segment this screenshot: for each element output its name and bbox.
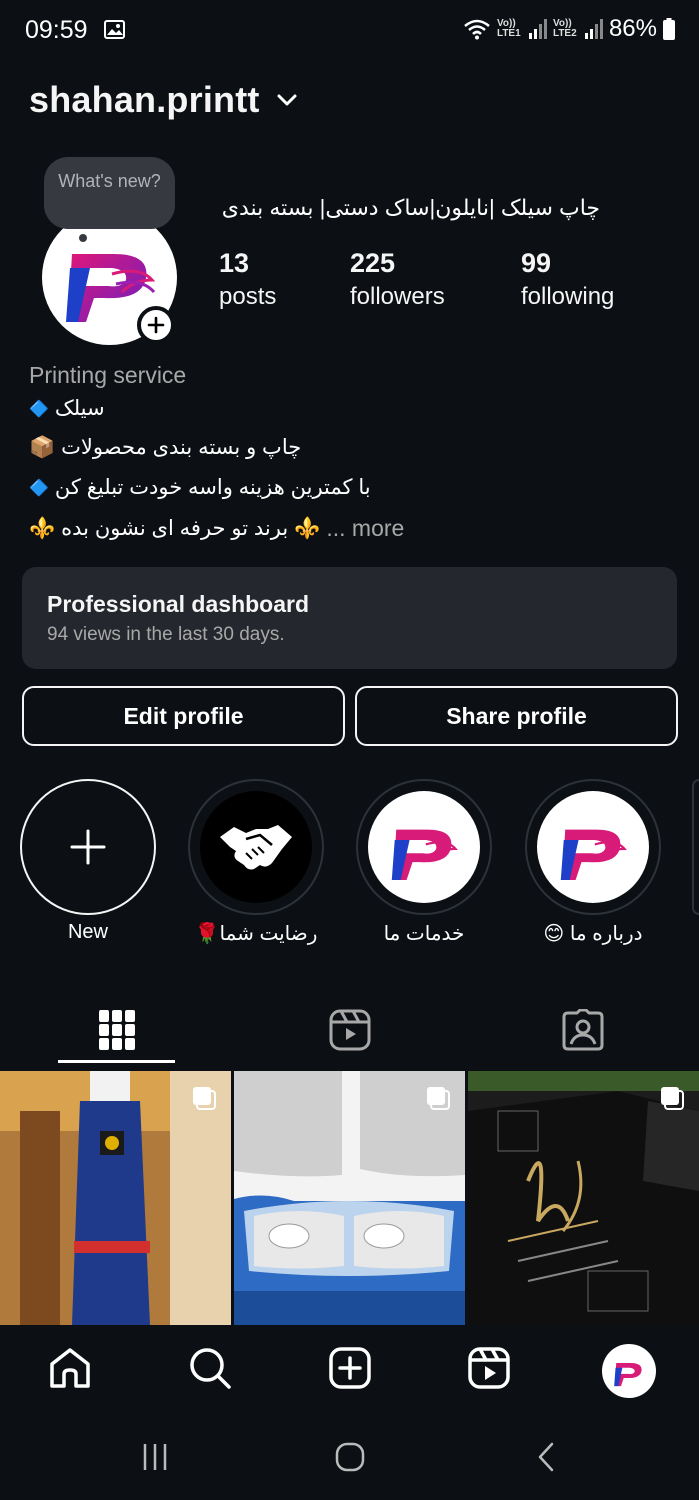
highlight-label: درباره ما 😊: [543, 923, 643, 945]
professional-dashboard[interactable]: Professional dashboard 94 views in the l…: [22, 567, 677, 669]
nav-search[interactable]: [187, 1345, 233, 1391]
carousel-icon: [193, 1087, 216, 1110]
brand-logo: [614, 1362, 642, 1387]
bio-text: با کمترین هزینه واسه خودت تبلیغ کن: [54, 476, 371, 499]
nav-profile-avatar[interactable]: [602, 1344, 656, 1398]
signal1-icon: [528, 19, 547, 39]
post-thumbnail[interactable]: [468, 1071, 699, 1325]
highlight-about[interactable]: درباره ما 😊: [525, 779, 661, 945]
carousel-icon: [661, 1087, 684, 1110]
bio-line: با کمترین هزینه واسه خودت تبلیغ کن 🔷: [29, 475, 371, 500]
status-right: Vo)) LTE1 Vo)) LTE2 86%: [463, 15, 675, 43]
posts-count: 13: [219, 248, 250, 278]
tab-grid[interactable]: [0, 995, 233, 1065]
plus-icon: [147, 316, 165, 334]
whats-new-bubble[interactable]: What's new?: [44, 157, 175, 229]
reels-icon: [468, 1347, 510, 1389]
following-count: 99: [521, 248, 552, 278]
account-switcher[interactable]: shahan.printt: [29, 78, 298, 122]
brand-logo: [368, 791, 480, 903]
recents-icon: [143, 1444, 167, 1470]
tagged-icon: [562, 1009, 603, 1051]
post-thumbnail[interactable]: [234, 1071, 465, 1325]
signal2-icon: [584, 19, 603, 39]
battery-percent: 86%: [608, 15, 657, 42]
home-button[interactable]: [330, 1437, 370, 1477]
plus-icon: [70, 829, 106, 865]
bio-line: چاپ و بسته بندی محصولات 📦: [29, 435, 301, 460]
fleur-de-lis-icon: ⚜️: [294, 516, 321, 540]
edit-profile-button[interactable]: Edit profile: [22, 686, 345, 746]
nav-home[interactable]: [47, 1345, 93, 1391]
system-nav: [0, 1415, 699, 1500]
highlight-ring: [20, 779, 156, 915]
followers-count: 225: [350, 248, 396, 278]
add-story-button[interactable]: [137, 306, 175, 344]
following-label: following: [521, 283, 615, 310]
share-profile-button[interactable]: Share profile: [355, 686, 678, 746]
blue-diamond-icon: 🔷: [29, 479, 49, 497]
tab-active-indicator: [58, 1060, 175, 1063]
highlight-label: خدمات ما: [383, 923, 465, 945]
highlight-label: رضایت شما🌹: [194, 923, 318, 945]
bio-more-link[interactable]: ... more: [326, 515, 404, 542]
carousel-icon: [427, 1087, 450, 1110]
back-button[interactable]: [527, 1437, 567, 1477]
gallery-notification-icon: [104, 20, 125, 39]
bio-text: چاپ و بسته بندی محصولات: [61, 436, 302, 459]
tab-tagged[interactable]: [466, 995, 699, 1065]
dashboard-title: Professional dashboard: [47, 591, 310, 617]
back-icon: [538, 1442, 554, 1472]
bio-line: سیلک 🔷: [29, 396, 105, 421]
highlight-ring: [356, 779, 492, 915]
bio-text: سیلک: [54, 397, 105, 420]
home-icon: [50, 1348, 90, 1388]
highlight-satisfaction[interactable]: رضایت شما🌹: [188, 779, 324, 945]
stat-posts[interactable]: 13 posts: [219, 246, 276, 314]
stat-following[interactable]: 99 following: [521, 246, 614, 314]
display-name: چاپ سیلک |نایلون|ساک دستی| بسته بندی: [221, 195, 600, 220]
highlight-ring: [188, 779, 324, 915]
post-thumbnail[interactable]: [0, 1071, 231, 1325]
handshake-icon: [200, 791, 312, 903]
search-icon: [190, 1348, 231, 1389]
create-icon: [329, 1347, 371, 1389]
highlight-partial[interactable]: [692, 779, 699, 915]
bottom-nav: [0, 1325, 699, 1415]
status-time: 09:59: [25, 16, 88, 44]
profile-tabs: [0, 995, 699, 1065]
reels-icon: [329, 1009, 370, 1051]
home-circle-icon: [335, 1442, 365, 1472]
fleur-de-lis-icon: ⚜️: [29, 516, 56, 540]
stat-followers[interactable]: 225 followers: [350, 246, 445, 314]
recents-button[interactable]: [135, 1437, 175, 1477]
posts-label: posts: [219, 283, 277, 310]
blue-diamond-icon: 🔷: [29, 400, 49, 418]
bio-text: برند تو حرفه ای نشون بده: [61, 517, 289, 540]
highlight-services[interactable]: خدمات ما: [356, 779, 492, 945]
dashboard-subtitle: 94 views in the last 30 days.: [47, 624, 285, 645]
tab-reels[interactable]: [233, 995, 466, 1065]
highlight-new[interactable]: New: [20, 779, 156, 943]
battery-icon: [663, 18, 675, 40]
post-grid: [0, 1071, 699, 1325]
sim2-label: Vo)) LTE2: [552, 18, 577, 39]
followers-label: followers: [350, 283, 445, 310]
category-label: Printing service: [29, 362, 187, 388]
package-icon: 📦: [29, 435, 56, 459]
chevron-down-icon: [277, 94, 297, 106]
username: shahan.printt: [29, 79, 260, 120]
nav-create[interactable]: [327, 1345, 373, 1391]
bio-line: ⚜️ برند تو حرفه ای نشون بده ⚜️ ... more: [29, 515, 404, 542]
status-bar: 09:59 Vo)) LTE1 Vo)) LTE2 86%: [0, 0, 699, 62]
highlight-ring: [525, 779, 661, 915]
bubble-tail: [79, 234, 87, 242]
brand-logo: [537, 791, 649, 903]
grid-icon: [98, 1010, 135, 1050]
sim1-label: Vo)) LTE1: [496, 18, 521, 39]
wifi-icon: [464, 19, 490, 40]
nav-reels[interactable]: [466, 1345, 512, 1391]
